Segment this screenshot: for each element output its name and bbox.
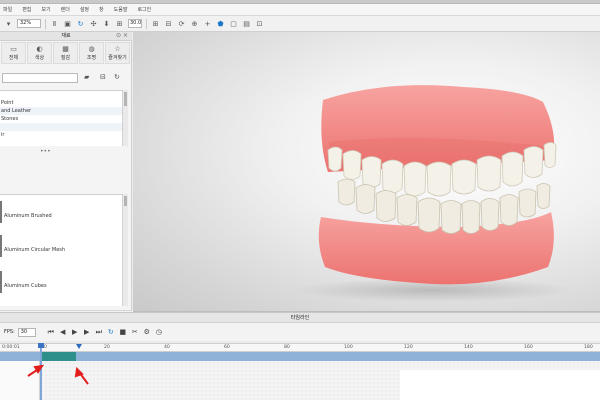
menu-view[interactable]: 보기	[41, 6, 50, 13]
teeth-model	[293, 85, 573, 302]
library-panel: 재료 ⊙ × ▭ 전체 ◐ 색상 ▦ 질감 ◍ 조명 ☆ 즐겨찾기 ▰ ⊟ ↻ …	[0, 32, 132, 342]
category-light[interactable]: ◍ 조명	[79, 42, 104, 64]
scroll-thumb[interactable]	[124, 92, 127, 106]
tree-item[interactable]: and Leather	[0, 107, 122, 115]
tree-item[interactable]: Stones	[0, 115, 122, 123]
scroll-thumb[interactable]	[124, 196, 127, 206]
move-icon[interactable]: ✣	[89, 19, 98, 28]
folder-open-icon[interactable]: ▾	[4, 19, 13, 28]
refresh-icon[interactable]: ↻	[114, 73, 120, 81]
timeline-title: 타임라인	[0, 312, 600, 323]
value-field[interactable]: 30.0	[128, 19, 142, 28]
refresh-icon[interactable]: ↻	[76, 19, 85, 28]
rotate-icon[interactable]: ⟳	[177, 19, 186, 28]
tree-scrollbar[interactable]	[122, 90, 128, 146]
menu-edit[interactable]: 편집	[22, 6, 31, 13]
menu-login[interactable]: 로그인	[137, 6, 151, 13]
material-thumbnail	[0, 271, 2, 293]
panel-title: 재료	[0, 32, 132, 41]
category-color[interactable]: ◐ 색상	[27, 42, 52, 64]
material-item[interactable]: Aluminum Brushed	[4, 213, 52, 219]
texture-icon: ▦	[62, 45, 69, 53]
frame-icon[interactable]: ⊡	[255, 19, 264, 28]
zoom-select[interactable]: 32%	[17, 19, 41, 28]
material-scrollbar[interactable]	[122, 194, 128, 306]
toolbar-separator	[45, 18, 46, 29]
menu-window[interactable]: 창	[99, 6, 104, 13]
plus-icon[interactable]: +	[203, 19, 212, 28]
pause-icon[interactable]: Ⅱ	[50, 19, 59, 28]
material-thumbnail	[0, 235, 2, 257]
search-input[interactable]	[2, 73, 78, 83]
category-tree: Point and Leather Stones ir	[0, 90, 122, 146]
folder-icon[interactable]: ▰	[84, 73, 89, 81]
measure-icon[interactable]: ⊟	[164, 19, 173, 28]
category-texture[interactable]: ▦ 질감	[53, 42, 78, 64]
image-icon[interactable]: ▣	[63, 19, 72, 28]
material-list: Aluminum Brushed Aluminum Circular Mesh …	[0, 194, 122, 306]
cube-icon[interactable]: ▢	[229, 19, 238, 28]
material-item[interactable]: Aluminum Cubes	[4, 283, 47, 289]
light-icon: ◍	[88, 45, 95, 53]
toolbar-separator	[146, 18, 147, 29]
folder-icon: ▭	[10, 45, 17, 53]
tree-item[interactable]	[0, 91, 122, 99]
grid-icon[interactable]: ⊞	[115, 19, 124, 28]
download-icon[interactable]: ⬇	[102, 19, 111, 28]
menu-help[interactable]: 도움말	[114, 6, 128, 13]
menu-bar: 파일 편집 보기 렌더 설정 창 도움말 로그인	[0, 4, 600, 16]
annotation-arrows	[27, 364, 89, 385]
category-favorites[interactable]: ☆ 즐겨찾기	[105, 42, 130, 64]
menu-settings[interactable]: 설정	[80, 6, 89, 13]
palette-icon: ◐	[36, 45, 43, 53]
tree-item[interactable]: ir	[0, 131, 122, 139]
material-item[interactable]: Aluminum Circular Mesh	[4, 247, 65, 253]
3d-viewport[interactable]	[133, 32, 600, 312]
arrow-end-head	[74, 366, 84, 378]
main-toolbar: ▾ 32% Ⅱ ▣ ↻ ✣ ⬇ ⊞ 30.0 ⊞ ⊟ ⟳ ⊕ + ⬟ ▢ ▤ ⊡	[0, 16, 600, 32]
menu-file[interactable]: 파일	[3, 6, 12, 13]
tree-item[interactable]: Point	[0, 99, 122, 107]
material-thumbnail	[0, 201, 2, 223]
category-all[interactable]: ▭ 전체	[1, 42, 26, 64]
shield-icon[interactable]: ⬟	[216, 19, 225, 28]
close-icon[interactable]: ⊙ ×	[116, 32, 128, 39]
category-tabs: ▭ 전체 ◐ 색상 ▦ 질감 ◍ 조명 ☆ 즐겨찾기	[0, 42, 132, 66]
center-icon[interactable]: ⊕	[190, 19, 199, 28]
filter-icon[interactable]: ⊟	[100, 73, 106, 81]
menu-render[interactable]: 렌더	[61, 6, 70, 13]
tree-item[interactable]	[0, 123, 122, 131]
grid-icon[interactable]: ⊞	[151, 19, 160, 28]
image-icon[interactable]: ▤	[242, 19, 251, 28]
splitter-handle[interactable]: •••	[40, 148, 51, 155]
star-icon: ☆	[114, 45, 121, 53]
